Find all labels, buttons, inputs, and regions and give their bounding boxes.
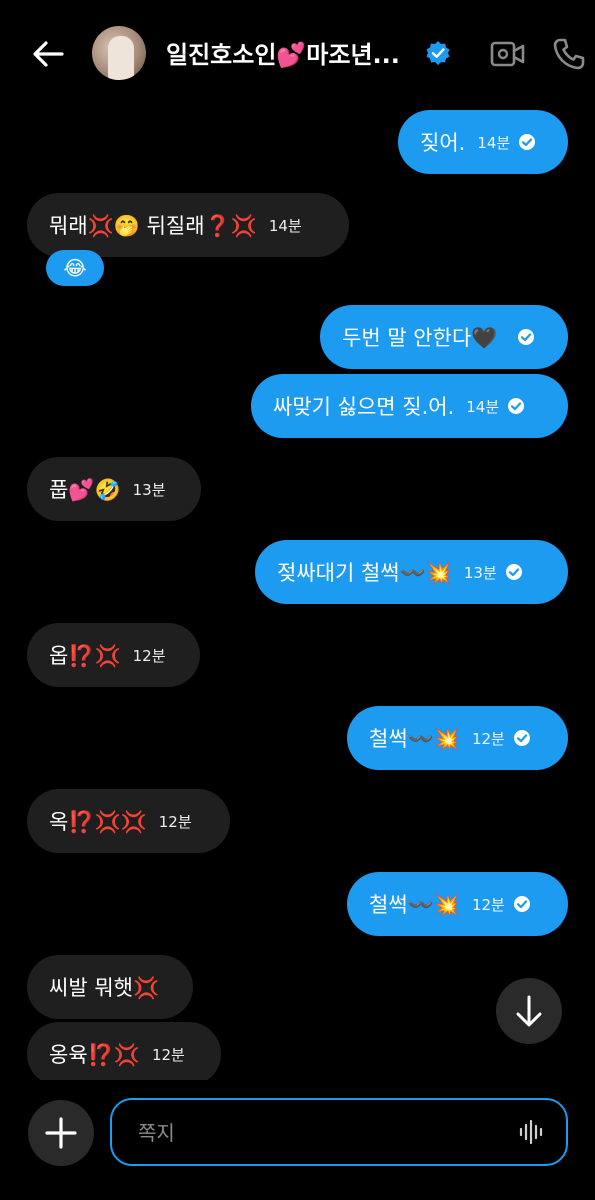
message-reaction[interactable]: 😂 — [46, 250, 104, 286]
message-bubble-incoming[interactable]: 뭐래💢🤭 뒤질래❓💢 14분 — [27, 193, 349, 257]
message-text: 싸맞기 싫으면 짖.어. — [273, 395, 455, 419]
read-check-icon — [513, 730, 530, 746]
message-time: 12분 — [151, 1045, 185, 1064]
message-bubble-incoming[interactable]: 옹육⁉️💢 12분 — [27, 1022, 221, 1086]
message-bubble-incoming[interactable]: 풉💕🤣 13분 — [27, 457, 201, 521]
message-text: 옹육⁉️💢 — [49, 1043, 140, 1067]
message-input[interactable] — [136, 1100, 500, 1166]
message-bubble-outgoing[interactable]: 싸맞기 싫으면 짖.어. 14분 — [251, 374, 568, 438]
message-time: 12분 — [158, 812, 192, 831]
message-bubble-incoming[interactable]: 씨발 뭐햇💢 — [27, 955, 193, 1019]
message-time: 14분 — [477, 133, 511, 152]
chat-header: 일진호소인💕마조년... — [0, 0, 595, 100]
message-input-container — [110, 1098, 568, 1166]
message-bubble-outgoing[interactable]: 철썩〰️💥 12분 — [347, 872, 568, 936]
add-attachment-button[interactable] — [28, 1100, 94, 1166]
phone-call-icon[interactable] — [551, 36, 587, 72]
message-text: 뭐래💢🤭 뒤질래❓💢 — [49, 214, 257, 238]
message-time: 14분 — [466, 397, 500, 416]
video-call-icon[interactable] — [490, 38, 526, 70]
message-bubble-outgoing[interactable]: 두번 말 안한다🖤 — [320, 305, 568, 369]
message-bubble-outgoing[interactable]: 젖싸대기 철썩〰️💥 13분 — [255, 540, 568, 604]
message-time: 13분 — [132, 480, 166, 499]
message-text: 씨발 뭐햇💢 — [49, 976, 160, 1000]
message-bubble-outgoing[interactable]: 철썩〰️💥 12분 — [347, 706, 568, 770]
message-time: 12분 — [132, 646, 166, 665]
message-text: 젖싸대기 철썩〰️💥 — [277, 561, 452, 585]
verified-badge-icon — [426, 41, 450, 65]
read-check-icon — [505, 564, 522, 580]
arrow-down-icon — [516, 995, 542, 1027]
message-time: 12분 — [471, 729, 505, 748]
message-text: 짖어. — [420, 131, 466, 155]
voice-waveform-icon[interactable] — [518, 1118, 546, 1146]
read-check-icon — [519, 134, 536, 150]
message-bubble-incoming[interactable]: 옥⁉️💢💢 12분 — [27, 789, 230, 853]
message-text: 옥⁉️💢💢 — [49, 810, 147, 834]
read-check-icon — [508, 398, 525, 414]
plus-icon — [45, 1117, 77, 1149]
message-time: 14분 — [268, 216, 302, 235]
message-time: 13분 — [463, 563, 497, 582]
message-bubble-outgoing[interactable]: 짖어. 14분 — [398, 110, 568, 174]
message-bubble-incoming[interactable]: 옵⁉️💢 12분 — [27, 623, 200, 687]
message-text: 철썩〰️💥 — [369, 727, 460, 751]
avatar[interactable] — [92, 26, 146, 80]
message-text: 두번 말 안한다🖤 — [342, 326, 498, 350]
conversation-title[interactable]: 일진호소인💕마조년... — [166, 35, 426, 70]
arrow-left-icon[interactable] — [28, 34, 68, 74]
message-text: 풉💕🤣 — [49, 478, 121, 502]
scroll-to-bottom-button[interactable] — [496, 978, 562, 1044]
message-text: 옵⁉️💢 — [49, 644, 121, 668]
read-check-icon — [513, 896, 530, 912]
message-text: 철썩〰️💥 — [369, 893, 460, 917]
message-time: 12분 — [471, 895, 505, 914]
read-check-icon — [518, 329, 535, 345]
